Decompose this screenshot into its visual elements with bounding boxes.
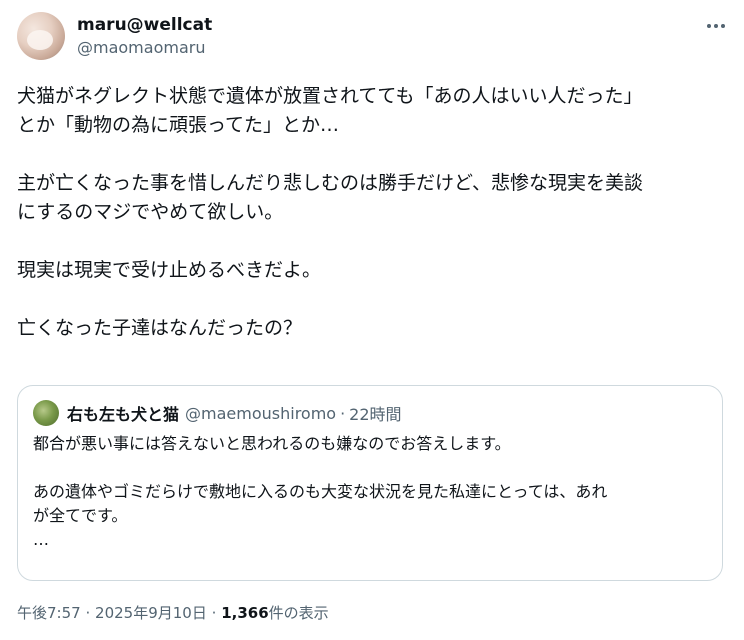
quote-line: …	[33, 530, 49, 549]
quote-avatar	[33, 400, 59, 426]
more-dot	[707, 24, 711, 28]
quote-tweet-card[interactable]: 右も左も犬と猫 @maemoushiromo · 22時間 都合が悪い事には答え…	[17, 385, 723, 581]
tweet-footer: 午後7:57 · 2025年9月10日 · 1,366件の表示	[17, 602, 329, 623]
tweet-line: とか「動物の為に頑張ってた」とか…	[17, 114, 340, 136]
author-handle[interactable]: @maomaomaru	[77, 37, 212, 59]
views-label: 件の表示	[268, 604, 329, 622]
quote-display-name: 右も左も犬と猫	[67, 405, 180, 424]
tweet-line-gap	[17, 227, 729, 256]
quote-line: あの遺体やゴミだらけで敷地に入るのも大変な状況を見た私達にとっては、あれ	[33, 482, 608, 501]
tweet-line: 犬猫がネグレクト状態で遺体が放置されてても「あの人はいい人だった」	[17, 85, 643, 107]
footer-separator: ·	[211, 604, 217, 622]
views-count: 1,366	[221, 604, 269, 622]
tweet-line-gap	[17, 140, 729, 169]
more-dot	[714, 24, 718, 28]
footer-separator: ·	[85, 604, 91, 622]
quote-header: 右も左も犬と猫 @maemoushiromo · 22時間	[33, 400, 402, 426]
author-display-name[interactable]: maru@wellcat	[77, 15, 212, 35]
tweet-line: 現実は現実で受け止めるべきだよ。	[17, 259, 322, 281]
tweet-date[interactable]: 2025年9月10日	[95, 604, 207, 622]
tweet-line: 亡くなった子達はなんだったの？	[17, 317, 303, 339]
more-dot	[721, 24, 725, 28]
avatar[interactable]	[17, 12, 65, 60]
quote-line: 都合が悪い事には答えないと思われるのも嫌なのでお答えします。	[33, 434, 511, 453]
tweet-line-gap	[17, 285, 729, 314]
tweet-header: maru@wellcat @maomaomaru	[17, 12, 728, 64]
quote-handle: @maemoushiromo	[185, 403, 337, 423]
quote-line-gap	[33, 456, 713, 480]
tweet-text: 犬猫がネグレクト状態で遺体が放置されてても「あの人はいい人だった」 とか「動物の…	[17, 82, 729, 343]
quote-time: 22時間	[349, 405, 402, 424]
tweet-time[interactable]: 午後7:57	[17, 604, 81, 622]
quote-line: が全てです。	[33, 506, 128, 525]
author-names: maru@wellcat @maomaomaru	[77, 15, 212, 59]
quote-text: 都合が悪い事には答えないと思われるのも嫌なのでお答えします。 あの遺体やゴミだら…	[33, 432, 713, 552]
tweet-line: 主が亡くなった事を惜しんだり悲しむのは勝手だけど、悲惨な現実を美談	[17, 172, 644, 194]
quote-separator: ·	[340, 403, 346, 423]
more-horizontal-icon[interactable]	[704, 16, 728, 36]
tweet-line: にするのマジでやめて欲しい。	[17, 201, 284, 223]
